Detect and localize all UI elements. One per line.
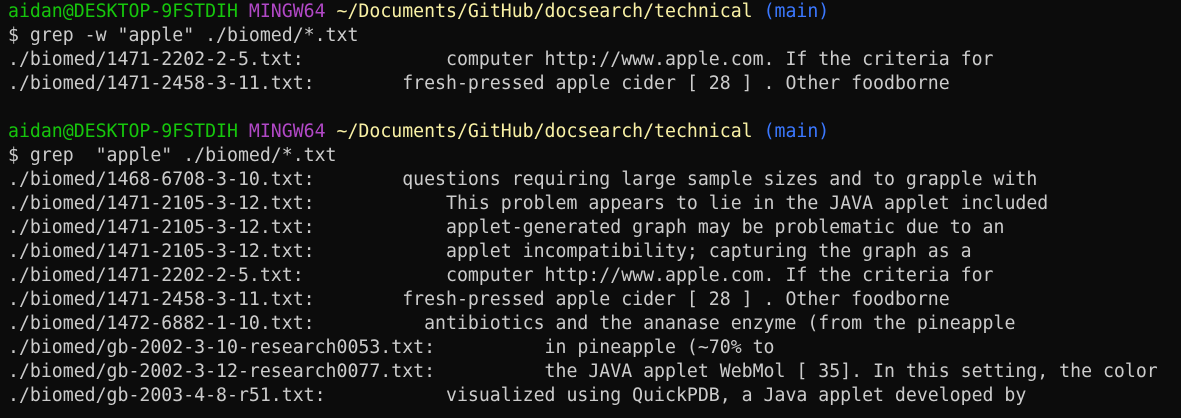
result-text: applet-generated graph may be problemati… [314, 217, 1005, 238]
prompt-branch: (main) [763, 1, 830, 22]
prompt-cwd: ~/Documents/GitHub/docsearch/technical [336, 1, 753, 22]
command-line: $ grep "apple" ./biomed/*.txt [8, 145, 337, 166]
result-text: antibiotics and the ananase enzyme (from… [314, 313, 1016, 334]
result-file: ./biomed/gb-2002-3-12-research0077.txt: [8, 361, 436, 382]
result-line: ./biomed/1471-2105-3-12.txt: This proble… [8, 192, 1181, 216]
terminal-window[interactable]: aidan@DESKTOP-9FSTDIH MINGW64 ~/Document… [0, 0, 1181, 418]
result-text: visualized using QuickPDB, a Java applet… [325, 385, 1027, 406]
command-line: $ grep -w "apple" ./biomed/*.txt [8, 25, 359, 46]
result-line: ./biomed/gb-2002-3-12-research0077.txt: … [8, 360, 1181, 384]
prompt-line: aidan@DESKTOP-9FSTDIH MINGW64 ~/Document… [8, 120, 1181, 144]
prompt-user-host: aidan@DESKTOP-9FSTDIH [8, 1, 238, 22]
prompt-system: MINGW64 [248, 121, 326, 142]
prompt-branch: (main) [763, 121, 830, 142]
result-line: ./biomed/1471-2202-2-5.txt: computer htt… [8, 264, 1181, 288]
result-line: ./biomed/1471-2458-3-11.txt: fresh-press… [8, 72, 1181, 96]
result-text: This problem appears to lie in the JAVA … [314, 193, 1049, 214]
result-file: ./biomed/1471-2105-3-12.txt: [8, 193, 315, 214]
result-line: ./biomed/1471-2105-3-12.txt: applet-gene… [8, 216, 1181, 240]
prompt-system: MINGW64 [248, 1, 326, 22]
result-file: ./biomed/1471-2105-3-12.txt: [8, 241, 315, 262]
result-file: ./biomed/1472-6882-1-10.txt: [8, 313, 315, 334]
result-file: ./biomed/1471-2105-3-12.txt: [8, 217, 315, 238]
result-text: computer http://www.apple.com. If the cr… [303, 49, 994, 70]
result-file: ./biomed/1468-6708-3-10.txt: [8, 169, 315, 190]
result-line: ./biomed/1471-2202-2-5.txt: computer htt… [8, 48, 1181, 72]
result-text: computer http://www.apple.com. If the cr… [303, 265, 994, 286]
result-line: ./biomed/gb-2002-3-10-research0053.txt: … [8, 336, 1181, 360]
result-text: fresh-pressed apple cider [ 28 ] . Other… [314, 73, 950, 94]
result-file: ./biomed/gb-2002-3-10-research0053.txt: [8, 337, 436, 358]
result-line: ./biomed/1471-2458-3-11.txt: fresh-press… [8, 288, 1181, 312]
result-file: ./biomed/1471-2458-3-11.txt: [8, 289, 315, 310]
result-line: ./biomed/1472-6882-1-10.txt: antibiotics… [8, 312, 1181, 336]
result-line: ./biomed/gb-2003-4-8-r51.txt: visualized… [8, 384, 1181, 408]
result-line: ./biomed/1468-6708-3-10.txt: questions r… [8, 168, 1181, 192]
result-text: the JAVA applet WebMol [ 35]. In this se… [435, 361, 1158, 382]
prompt-user-host: aidan@DESKTOP-9FSTDIH [8, 121, 238, 142]
result-file: ./biomed/gb-2003-4-8-r51.txt: [8, 385, 326, 406]
result-text: in pineapple (~70% to [435, 337, 775, 358]
result-line: ./biomed/1471-2105-3-12.txt: applet inco… [8, 240, 1181, 264]
result-text: fresh-pressed apple cider [ 28 ] . Other… [314, 289, 950, 310]
result-text: applet incompatibility; capturing the gr… [314, 241, 972, 262]
result-file: ./biomed/1471-2458-3-11.txt: [8, 73, 315, 94]
prompt-cwd: ~/Documents/GitHub/docsearch/technical [336, 121, 753, 142]
result-file: ./biomed/1471-2202-2-5.txt: [8, 49, 304, 70]
result-text: questions requiring large sample sizes a… [314, 169, 1038, 190]
result-file: ./biomed/1471-2202-2-5.txt: [8, 265, 304, 286]
prompt-line: aidan@DESKTOP-9FSTDIH MINGW64 ~/Document… [8, 0, 1181, 24]
